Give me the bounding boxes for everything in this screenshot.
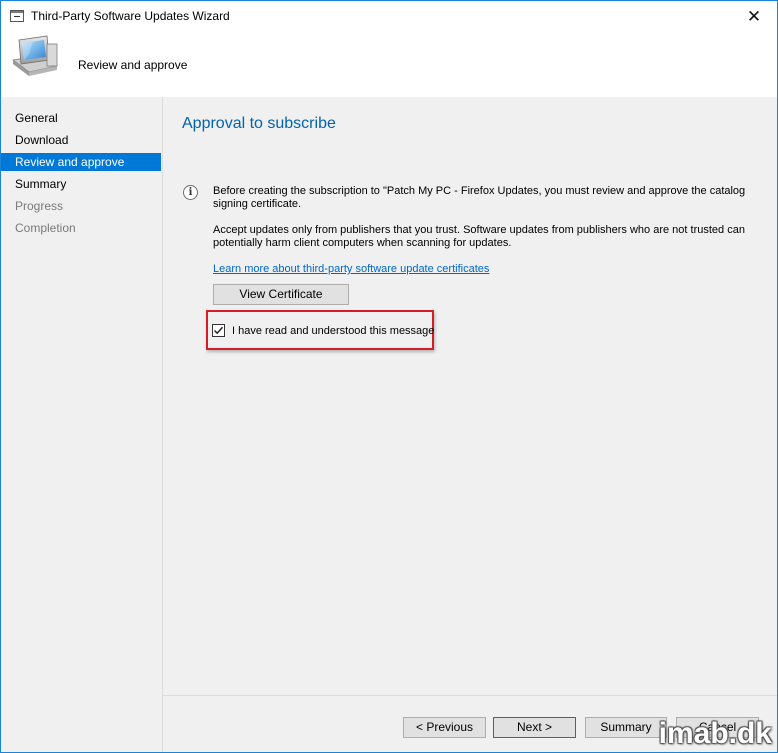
close-button[interactable]: ✕: [731, 1, 777, 32]
next-button[interactable]: Next >: [493, 717, 576, 738]
content-panel: Approval to subscribe i Before creating …: [163, 97, 777, 695]
wizard-header: Review and approve: [1, 32, 777, 96]
approval-message-line-1: Before creating the subscription to "Pat…: [213, 185, 746, 197]
learn-more-link[interactable]: Learn more about third-party software up…: [213, 263, 489, 275]
wizard-window-icon: [10, 10, 24, 22]
trust-warning-line-1: Accept updates only from publishers that…: [213, 224, 745, 236]
nav-item-progress: Progress: [15, 199, 64, 213]
approval-message: Before creating the subscription to "Pat…: [213, 185, 753, 211]
nav-item-review-and-approve[interactable]: Review and approve: [1, 153, 161, 171]
trust-warning-line-2: potentially harm client computers when s…: [213, 237, 512, 249]
wizard-window: Third-Party Software Updates Wizard ✕ Re…: [0, 0, 778, 753]
watermark: imab.dk: [658, 717, 772, 750]
previous-button[interactable]: < Previous: [403, 717, 486, 738]
info-icon: i: [183, 185, 198, 200]
acknowledge-label[interactable]: I have read and understood this message: [232, 325, 434, 337]
approval-message-line-2: signing certificate.: [213, 198, 302, 210]
nav-item-general[interactable]: General: [1, 109, 161, 127]
nav-item-summary[interactable]: Summary: [1, 175, 161, 193]
nav-item-download[interactable]: Download: [1, 131, 161, 149]
wizard-nav: General Download Review and approve Summ…: [1, 97, 163, 752]
computer-icon: [11, 35, 59, 76]
page-title: Approval to subscribe: [182, 115, 336, 132]
window-title: Third-Party Software Updates Wizard: [31, 9, 230, 23]
nav-item-completion: Completion: [15, 221, 76, 235]
acknowledge-checkbox[interactable]: [212, 324, 225, 337]
title-bar[interactable]: Third-Party Software Updates Wizard ✕: [1, 1, 777, 32]
trust-warning: Accept updates only from publishers that…: [213, 224, 753, 250]
summary-button[interactable]: Summary: [585, 717, 667, 738]
header-title: Review and approve: [78, 58, 188, 72]
checkmark-icon: [213, 326, 224, 335]
view-certificate-button[interactable]: View Certificate: [213, 284, 349, 305]
